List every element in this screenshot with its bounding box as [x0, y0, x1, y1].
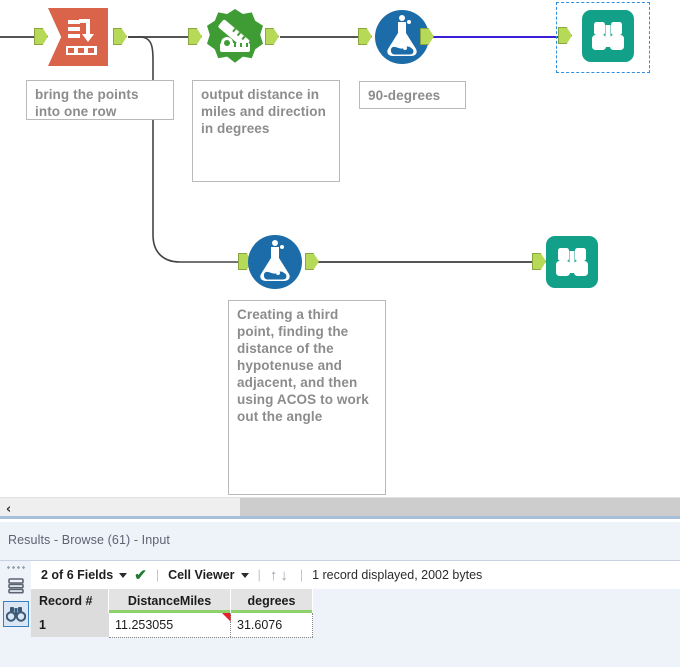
cell-distancemiles[interactable]: 11.253055	[109, 613, 231, 637]
wire-formula-to-browse[interactable]	[433, 36, 558, 38]
fields-selector-label: 2 of 6 Fields	[41, 568, 114, 582]
browse-tool-top[interactable]	[582, 10, 634, 62]
rail-binoculars-icon[interactable]	[3, 601, 29, 627]
column-header-label: degrees	[247, 594, 296, 608]
formula-tool-bottom[interactable]	[248, 235, 302, 289]
apply-check-icon[interactable]: ✔	[134, 566, 147, 584]
formula-top-output-anchor[interactable]	[420, 28, 434, 45]
results-table[interactable]: Record # DistanceMiles degrees 1 11.2530…	[31, 589, 680, 667]
chevron-down-icon[interactable]	[119, 572, 128, 578]
column-header-distancemiles[interactable]: DistanceMiles	[109, 589, 231, 613]
grid-right-border	[312, 613, 313, 637]
chevron-down-icon[interactable]	[240, 572, 249, 578]
annotation-formula-top[interactable]: 90-degrees	[359, 81, 466, 109]
formula-bottom-output-anchor[interactable]	[305, 253, 319, 270]
arrow-up-icon[interactable]: ↑	[270, 567, 281, 584]
transpose-output-anchor[interactable]	[113, 28, 127, 45]
workflow-canvas[interactable]: bring the points into one row output dis…	[0, 0, 680, 497]
annotation-distance[interactable]: output distance in miles and direction i…	[192, 80, 340, 182]
results-toolbar: 2 of 6 Fields ✔ | Cell Viewer | ↑ ↓ | 1 …	[31, 561, 680, 589]
cell-text: 1	[39, 618, 46, 632]
results-title: Results - Browse (61) - Input	[8, 533, 170, 547]
record-status-text: 1 record displayed, 2002 bytes	[312, 568, 483, 582]
arrow-down-icon[interactable]: ↓	[280, 567, 291, 584]
panel-divider	[0, 516, 680, 519]
cell-viewer-label: Cell Viewer	[168, 568, 235, 582]
distance-tool[interactable]	[207, 9, 263, 65]
column-header-degrees[interactable]: degrees	[231, 589, 313, 613]
wire-incoming[interactable]	[0, 36, 38, 38]
toolbar-separator-1: |	[155, 568, 160, 582]
column-header-label: Record #	[39, 594, 93, 608]
transpose-input-anchor[interactable]	[34, 28, 48, 45]
rail-grip-handle[interactable]	[6, 565, 26, 570]
canvas-horizontal-scrollbar[interactable]: ‹	[0, 497, 680, 519]
cell-degrees[interactable]: 31.6076	[231, 613, 313, 637]
fields-selector[interactable]: 2 of 6 Fields	[41, 568, 128, 582]
browse-tool-bottom[interactable]	[546, 236, 598, 288]
wire-formula-bottom-to-browse-bottom[interactable]	[315, 261, 533, 263]
data-rows-icon[interactable]	[3, 573, 29, 599]
distance-input-anchor[interactable]	[188, 28, 202, 45]
wire-distance-to-formula[interactable]	[280, 36, 358, 38]
annotation-transpose[interactable]: bring the points into one row	[26, 80, 174, 120]
column-header-record[interactable]: Record #	[31, 589, 109, 613]
cell-record-number[interactable]: 1	[31, 613, 109, 637]
cell-text: 31.6076	[237, 618, 283, 632]
alteryx-designer-window: bring the points into one row output dis…	[0, 0, 680, 667]
toolbar-separator-2: |	[257, 568, 261, 582]
distance-output-anchor[interactable]	[265, 28, 279, 45]
results-icon-rail	[0, 561, 31, 667]
toolbar-separator-3: |	[299, 568, 304, 582]
browse-bottom-input-anchor[interactable]	[532, 253, 546, 270]
grid-bottom-border	[109, 637, 313, 638]
wire-transpose-to-distance[interactable]	[128, 36, 188, 38]
results-panel: Results - Browse (61) - Input 2 of 6 Fie…	[0, 522, 680, 667]
transpose-tool[interactable]	[48, 8, 108, 66]
annotation-formula-bottom[interactable]: Creating a third point, finding the dist…	[228, 300, 386, 495]
grid-column-divider	[230, 613, 231, 637]
cell-text: 11.253055	[115, 618, 174, 632]
formula-top-input-anchor[interactable]	[358, 28, 372, 45]
cell-viewer-selector[interactable]: Cell Viewer	[168, 568, 249, 582]
column-header-label: DistanceMiles	[127, 594, 212, 608]
